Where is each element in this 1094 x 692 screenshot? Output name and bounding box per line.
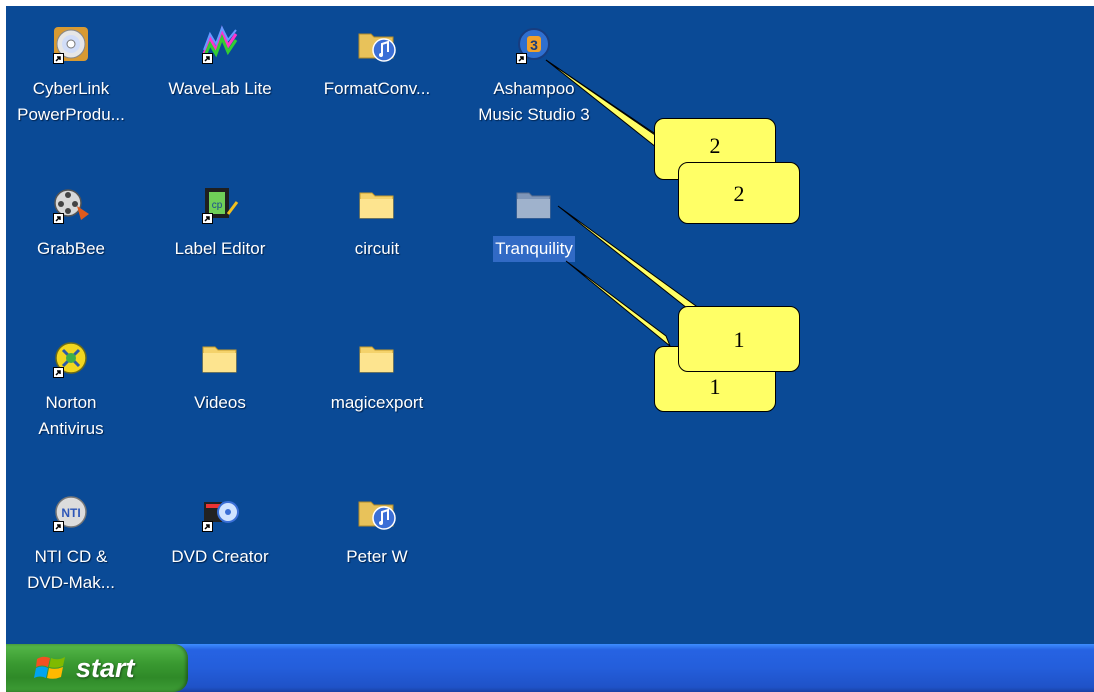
icon-label: NTI CD & DVD-Mak... [27,547,115,592]
icon-label: GrabBee [36,239,106,258]
shortcut-arrow-icon [202,213,213,224]
desktop[interactable]: CyberLink PowerProdu... WaveLab Lite For… [6,6,1094,692]
start-label: start [76,652,135,683]
music-studio-icon: 3 [514,24,554,64]
callout-1-front: 1 [678,306,800,372]
desktop-icon-cyberlink[interactable]: CyberLink PowerProdu... [6,24,146,128]
label-editor-icon: cp [200,184,240,224]
windows-logo-icon [34,656,65,679]
start-button[interactable]: start [6,644,188,692]
icon-label: WaveLab Lite [168,79,272,98]
svg-text:3: 3 [530,37,538,53]
music-folder-icon [357,24,397,64]
norton-icon [51,338,91,378]
desktop-icon-circuit[interactable]: circuit [302,184,452,262]
icon-label: Ashampoo Music Studio 3 [478,79,590,124]
shortcut-arrow-icon [516,53,527,64]
desktop-icon-label-editor[interactable]: cp Label Editor [145,184,295,262]
callout-1-back-pointer [565,260,671,347]
icon-label: DVD Creator [171,547,269,566]
shortcut-arrow-icon [53,521,64,532]
shortcut-arrow-icon [53,367,64,378]
icon-label: Norton Antivirus [38,393,104,438]
icon-label: CyberLink PowerProdu... [17,79,125,124]
shortcut-arrow-icon [202,521,213,532]
folder-icon [200,338,240,378]
desktop-icon-dvd-creator[interactable]: DVD Creator [145,492,295,570]
desktop-icon-nti-cd[interactable]: NTI NTI CD & DVD-Mak... [6,492,146,596]
taskbar[interactable]: start [6,644,1094,692]
desktop-icon-ashampoo[interactable]: 3 Ashampoo Music Studio 3 [459,24,609,128]
icon-label: Label Editor [174,239,266,258]
shortcut-arrow-icon [202,53,213,64]
callout-2-front: 2 [678,162,800,224]
folder-icon [357,184,397,224]
desktop-icon-videos[interactable]: Videos [145,338,295,416]
dvd-creator-icon [200,492,240,532]
shortcut-arrow-icon [53,53,64,64]
cd-disc-icon [51,24,91,64]
desktop-icon-norton[interactable]: Norton Antivirus [6,338,146,442]
icon-label: magicexport [330,393,424,412]
folder-icon [514,184,554,224]
film-reel-icon [51,184,91,224]
icon-label: circuit [354,239,400,258]
desktop-icon-peter-w[interactable]: Peter W [302,492,452,570]
svg-text:NTI: NTI [61,506,80,520]
svg-text:cp: cp [212,200,223,211]
desktop-icon-wavelab[interactable]: WaveLab Lite [145,24,295,102]
waveform-icon [200,24,240,64]
desktop-icon-grabbee[interactable]: GrabBee [6,184,146,262]
icon-label: Peter W [346,547,408,566]
icon-label: FormatConv... [323,79,431,98]
desktop-icon-tranquility[interactable]: Tranquility [459,184,609,262]
icon-label: Tranquility [493,236,575,262]
music-folder-icon [357,492,397,532]
nti-disc-icon: NTI [51,492,91,532]
folder-icon [357,338,397,378]
desktop-icon-formatconv[interactable]: FormatConv... [302,24,452,102]
icon-label: Videos [194,393,246,412]
desktop-icon-magicexport[interactable]: magicexport [302,338,452,416]
shortcut-arrow-icon [53,213,64,224]
